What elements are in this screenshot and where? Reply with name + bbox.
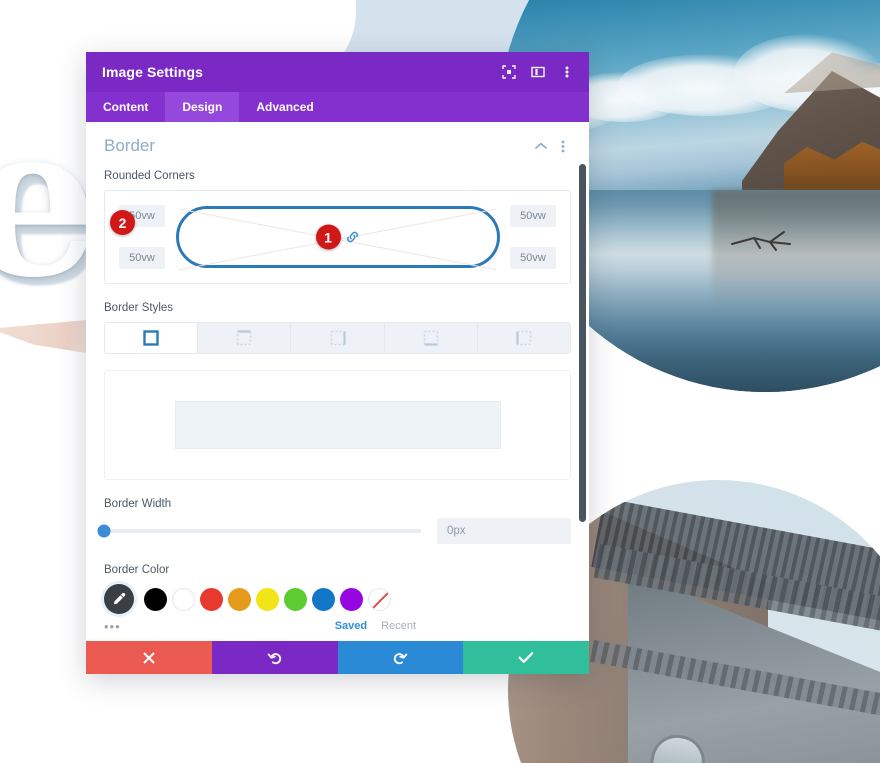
tab-design[interactable]: Design [165,92,240,122]
recent-colors-tab[interactable]: Recent [381,620,416,632]
undo-button[interactable] [211,641,338,674]
corner-link-group: 1 [315,224,360,250]
rounded-corners-label: Rounded Corners [104,170,195,182]
window [705,759,777,763]
swatch-yellow[interactable] [256,587,279,611]
border-width-label: Border Width [104,498,172,510]
more-colors-button[interactable]: ••• [104,619,144,634]
border-styles-label: Border Styles [104,302,174,314]
border-preview-box [104,370,571,480]
border-preview-shape [174,401,501,449]
corner-input-top-right[interactable]: 50vw [510,205,556,227]
modal-header: Image Settings [86,52,589,92]
border-style-all-sides[interactable] [105,323,199,353]
panel-layout-icon[interactable] [530,64,546,80]
image-settings-modal: Image Settings Content Design Advanced B… [86,52,589,674]
swatch-blue[interactable] [312,587,335,611]
swatch-red[interactable] [200,587,223,611]
border-styles-row [104,322,571,354]
window [638,730,710,763]
section-title: Border [104,136,156,155]
more-options-icon[interactable] [555,138,571,154]
more-options-icon[interactable] [559,64,575,80]
eyedropper-icon[interactable] [104,584,134,614]
border-style-left-side[interactable] [477,323,570,353]
corner-input-bottom-left[interactable]: 50vw [119,247,165,269]
annotation-badge-2: 2 [110,210,135,235]
chevron-up-icon[interactable] [533,138,549,154]
border-color-swatches [104,584,571,614]
border-style-bottom-side[interactable] [384,323,478,353]
focus-expand-icon[interactable] [501,64,517,80]
driftwood-branch [731,231,791,251]
saved-colors-tab[interactable]: Saved [335,620,367,632]
slider-thumb[interactable] [97,524,111,538]
tab-content[interactable]: Content [86,92,165,122]
save-button[interactable] [463,641,589,674]
tab-advanced[interactable]: Advanced [239,92,330,122]
redo-button[interactable] [337,641,464,674]
swatch-transparent[interactable] [368,587,391,611]
swatch-green[interactable] [284,587,307,611]
swatch-purple[interactable] [340,587,363,611]
modal-title: Image Settings [102,64,203,80]
annotation-badge-1: 1 [315,224,341,250]
modal-footer [86,641,589,674]
border-section-header: Border [104,136,571,156]
panel-scrollbar[interactable] [579,164,586,522]
border-style-right-side[interactable] [291,323,385,353]
swatch-orange[interactable] [228,587,251,611]
swatch-black[interactable] [144,587,167,611]
border-width-input[interactable]: 0px [437,518,571,544]
color-meta-row: ••• Saved Recent [104,618,571,634]
link-icon[interactable] [345,230,360,245]
border-width-slider[interactable] [97,524,421,538]
rounded-corners-panel: 50vw 50vw 50vw 50vw 1 2 [104,190,571,284]
modal-body: Border Rounded Corners 50vw 50vw 50vw 50… [86,122,589,641]
cancel-button[interactable] [86,641,212,674]
border-width-row: 0px [97,518,571,544]
modal-tabs: Content Design Advanced [86,92,589,122]
border-style-top-side[interactable] [198,323,292,353]
corner-input-bottom-right[interactable]: 50vw [510,247,556,269]
modal-header-actions [501,64,575,80]
swatch-white[interactable] [172,587,195,611]
border-color-label: Border Color [104,564,170,576]
